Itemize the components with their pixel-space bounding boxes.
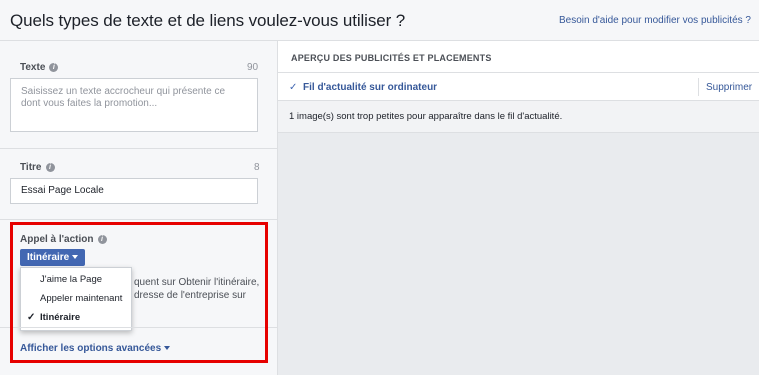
title-field-label: Titre bbox=[20, 162, 42, 173]
placement-label[interactable]: Fil d'actualité sur ordinateur bbox=[303, 82, 437, 93]
caret-down-icon bbox=[72, 255, 79, 259]
cta-dropdown-button[interactable]: Itinéraire bbox=[20, 249, 86, 266]
info-icon[interactable]: i bbox=[97, 235, 107, 244]
menu-item-like-page[interactable]: J'aime la Page bbox=[21, 271, 131, 289]
caret-down-icon bbox=[164, 346, 171, 350]
text-field-label-row: Texte i bbox=[20, 62, 59, 73]
info-icon[interactable]: i bbox=[45, 163, 55, 172]
placement-row[interactable]: ✓ Fil d'actualité sur ordinateur Supprim… bbox=[278, 73, 759, 101]
menu-item-call-now[interactable]: Appeler maintenant bbox=[21, 290, 131, 308]
title-input[interactable]: Essai Page Locale bbox=[10, 178, 258, 204]
cta-description-line2: dresse de l'entreprise sur bbox=[134, 290, 246, 301]
text-char-counter: 90 bbox=[247, 62, 259, 73]
page-title: Quels types de texte et de liens voulez-… bbox=[10, 11, 406, 30]
menu-item-label: Appeler maintenant bbox=[40, 293, 123, 304]
checkmark-icon: ✓ bbox=[289, 82, 298, 93]
menu-item-directions[interactable]: ✓ Itinéraire bbox=[21, 309, 131, 327]
cta-description-line1: quent sur Obtenir l'itinéraire, bbox=[134, 277, 260, 288]
show-advanced-options-link[interactable]: Afficher les options avancées bbox=[20, 343, 171, 354]
divider bbox=[0, 148, 277, 149]
checkmark-icon: ✓ bbox=[27, 312, 36, 323]
text-input[interactable]: Saisissez un texte accrocheur qui présen… bbox=[10, 78, 258, 132]
divider bbox=[0, 327, 277, 328]
help-link[interactable]: Besoin d'aide pour modifier vos publicit… bbox=[559, 15, 751, 26]
preview-title: APERÇU DES PUBLICITÉS ET PLACEMENTS bbox=[291, 53, 492, 63]
divider bbox=[0, 219, 277, 220]
title-field-label-row: Titre i bbox=[20, 162, 55, 173]
remove-placement-button[interactable]: Supprimer bbox=[706, 82, 752, 93]
cta-label: Appel à l'action bbox=[20, 234, 94, 245]
warning-text: 1 image(s) sont trop petites pour appara… bbox=[289, 111, 563, 122]
menu-item-label: J'aime la Page bbox=[40, 274, 103, 285]
preview-header: APERÇU DES PUBLICITÉS ET PLACEMENTS bbox=[278, 41, 759, 73]
divider bbox=[698, 78, 699, 96]
cta-label-row: Appel à l'action i bbox=[20, 234, 107, 245]
advanced-link-label: Afficher les options avancées bbox=[20, 343, 162, 354]
text-field-label: Texte bbox=[20, 62, 46, 73]
cta-dropdown-menu: J'aime la Page Appeler maintenant ✓ Itin… bbox=[20, 267, 132, 331]
info-icon[interactable]: i bbox=[49, 63, 59, 72]
warning-message: 1 image(s) sont trop petites pour appara… bbox=[278, 101, 759, 133]
menu-item-label: Itinéraire bbox=[40, 312, 81, 323]
title-char-counter: 8 bbox=[254, 162, 260, 173]
cta-selected-label: Itinéraire bbox=[27, 252, 70, 263]
